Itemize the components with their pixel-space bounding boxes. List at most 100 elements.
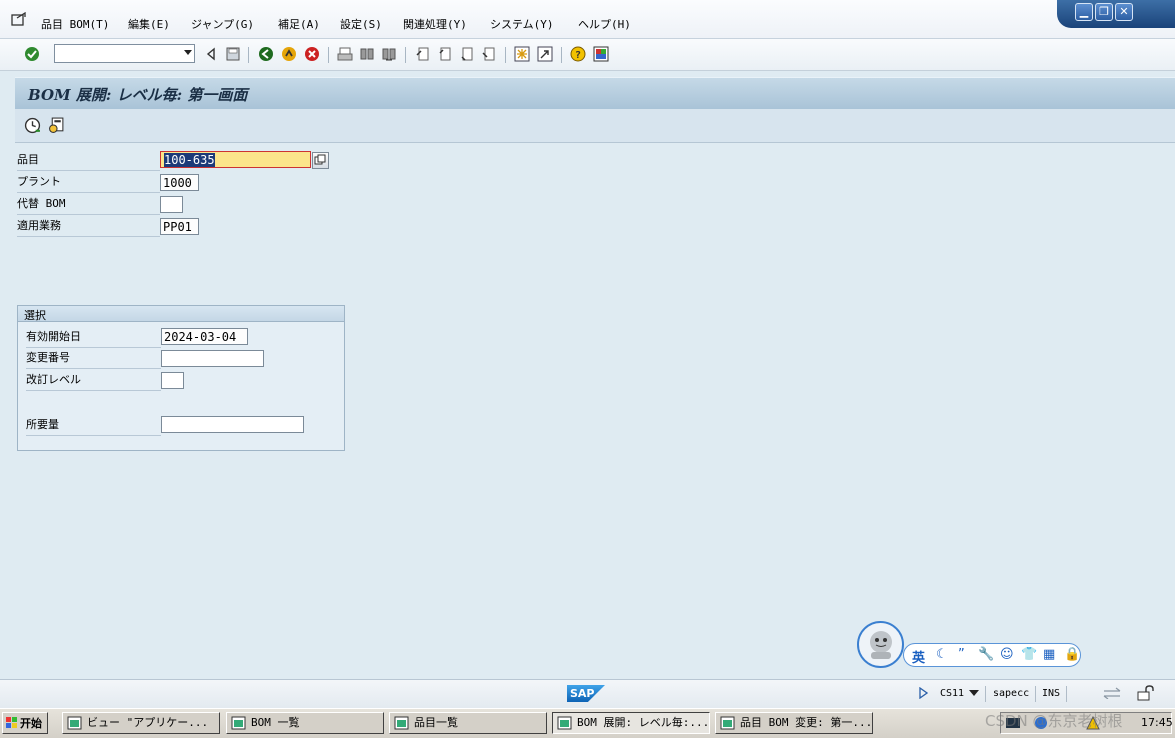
material-label: 品目 [17,149,160,171]
status-bar: SAP CS11 sapecc INS [0,679,1175,708]
task-label: ビュー "アプリケー... [87,716,209,729]
chevron-down-icon[interactable] [184,50,192,55]
execute-icon[interactable] [24,117,41,134]
variant-icon[interactable] [48,117,65,134]
sap-window-icon [67,716,82,730]
help-icon[interactable]: ? [570,46,586,62]
task-item[interactable]: 品目 BOM 変更: 第一... [715,712,873,734]
toolbar-separator [328,47,329,63]
task-item[interactable]: BOM 一覧 [226,712,384,734]
bom-usage-input[interactable]: PP01 [160,218,199,235]
unlock-icon[interactable] [1137,685,1155,701]
standard-toolbar: ? [0,39,1175,71]
menu-help[interactable]: ヘルプ(H) [578,16,631,32]
find-icon[interactable] [359,46,375,62]
valid-from-label: 有効開始日 [26,326,161,348]
sap-logo: SAP [567,685,605,702]
restore-icon[interactable]: ❐ [1095,3,1113,21]
save-icon[interactable] [225,46,241,62]
menu-material-bom[interactable]: 品目 BOM(T) [41,16,109,32]
find-next-icon[interactable] [381,46,397,62]
svg-text:?: ? [575,50,581,61]
ime-toolbar: 英 ☾ ” 🔧 ☺ 👕 ▦ 🔒 [903,643,1081,667]
change-number-input[interactable] [161,350,264,367]
windows-taskbar: 开始 ビュー "アプリケー... BOM 一覧 品目一覧 BOM 展開: レベル… [0,708,1175,738]
task-item[interactable]: 品目一覧 [389,712,547,734]
menu-extras[interactable]: 補足(A) [278,16,320,32]
minimize-icon[interactable]: ▁ [1075,3,1093,21]
cancel-red-icon[interactable] [304,46,320,62]
back-arrow-icon[interactable] [203,46,219,62]
task-label: 品目一覧 [414,716,458,729]
material-input[interactable]: 100-635 [160,151,311,168]
print-icon[interactable] [337,46,353,62]
change-number-label: 変更番号 [26,347,161,369]
back-green-icon[interactable] [258,46,274,62]
valid-from-input[interactable]: 2024-03-04 [161,328,248,345]
menu-bar: 品目 BOM(T) 編集(E) ジャンプ(G) 補足(A) 設定(S) 関連処理… [0,0,1175,39]
last-page-icon[interactable] [481,46,497,62]
task-label: BOM 一覧 [251,716,300,729]
revision-level-input[interactable] [161,372,184,389]
new-session-icon[interactable] [514,46,530,62]
play-triangle-icon[interactable] [918,687,928,699]
close-icon[interactable]: ✕ [1115,3,1133,21]
ime-avatar[interactable] [857,621,904,668]
sap-window-icon [557,716,572,730]
menu-goto[interactable]: ジャンプ(G) [191,16,254,32]
clock: 17:45 [1141,716,1173,729]
exit-yellow-icon[interactable] [281,46,297,62]
required-quantity-input[interactable] [161,416,304,433]
selection-group: 選択 有効開始日 2024-03-04 変更番号 改訂レベル 所要量 [17,305,345,451]
sap-menu-icon[interactable] [10,12,28,28]
sap-window-icon [231,716,246,730]
toolbar-separator [248,47,249,63]
lock-icon[interactable]: 🔒 [1064,647,1080,662]
menu-system[interactable]: システム(Y) [490,16,554,32]
alt-bom-input[interactable] [160,196,183,213]
shirt-icon[interactable]: 👕 [1021,647,1037,662]
task-item-active[interactable]: BOM 展開: レベル毎:... [552,712,710,734]
smiley-icon[interactable]: ☺ [1000,647,1014,662]
enter-check-icon[interactable] [24,46,40,62]
page-title: BOM 展開: レベル毎: 第一画面 [28,86,248,104]
layout-icon[interactable] [593,46,609,62]
status-separator [985,686,986,702]
chevron-down-icon[interactable] [969,690,979,697]
shortcut-icon[interactable] [537,46,553,62]
task-item[interactable]: ビュー "アプリケー... [62,712,220,734]
watermark: CSDN @东京老树根 [985,712,1123,730]
grid-icon[interactable]: ▦ [1043,647,1055,662]
revision-level-label: 改訂レベル [26,369,161,391]
selection-group-title: 選択 [24,309,46,322]
moon-icon[interactable]: ☾ [936,647,948,662]
plant-input[interactable]: 1000 [160,174,199,191]
next-page-icon[interactable] [459,46,475,62]
menu-settings[interactable]: 設定(S) [340,16,382,32]
menu-environment[interactable]: 関連処理(Y) [403,16,467,32]
status-mode: INS [1042,688,1061,699]
material-search-help-button[interactable] [312,152,329,169]
command-field[interactable] [54,44,195,63]
start-button[interactable]: 开始 [2,712,48,734]
ime-mode[interactable]: 英 [912,647,925,666]
sap-window-icon [720,716,735,730]
start-label: 开始 [20,717,42,730]
status-server: sapecc [993,688,1030,699]
toolbar-separator [505,47,506,63]
sap-window-icon [394,716,409,730]
wrench-icon[interactable]: 🔧 [978,647,994,662]
copy-icon [314,154,326,165]
first-page-icon[interactable] [415,46,431,62]
windows-flag-icon [6,717,17,728]
prev-page-icon[interactable] [437,46,453,62]
alt-bom-label: 代替 BOM [17,193,160,215]
task-label: BOM 展開: レベル毎:... [577,716,710,729]
status-separator [1066,686,1067,702]
punctuation-icon[interactable]: ” [958,647,965,662]
status-separator [1035,686,1036,702]
ime-mascot-icon [870,631,892,659]
menu-edit[interactable]: 編集(E) [128,16,170,32]
layout-arrows-icon[interactable] [1103,687,1121,699]
toolbar-separator [561,47,562,63]
